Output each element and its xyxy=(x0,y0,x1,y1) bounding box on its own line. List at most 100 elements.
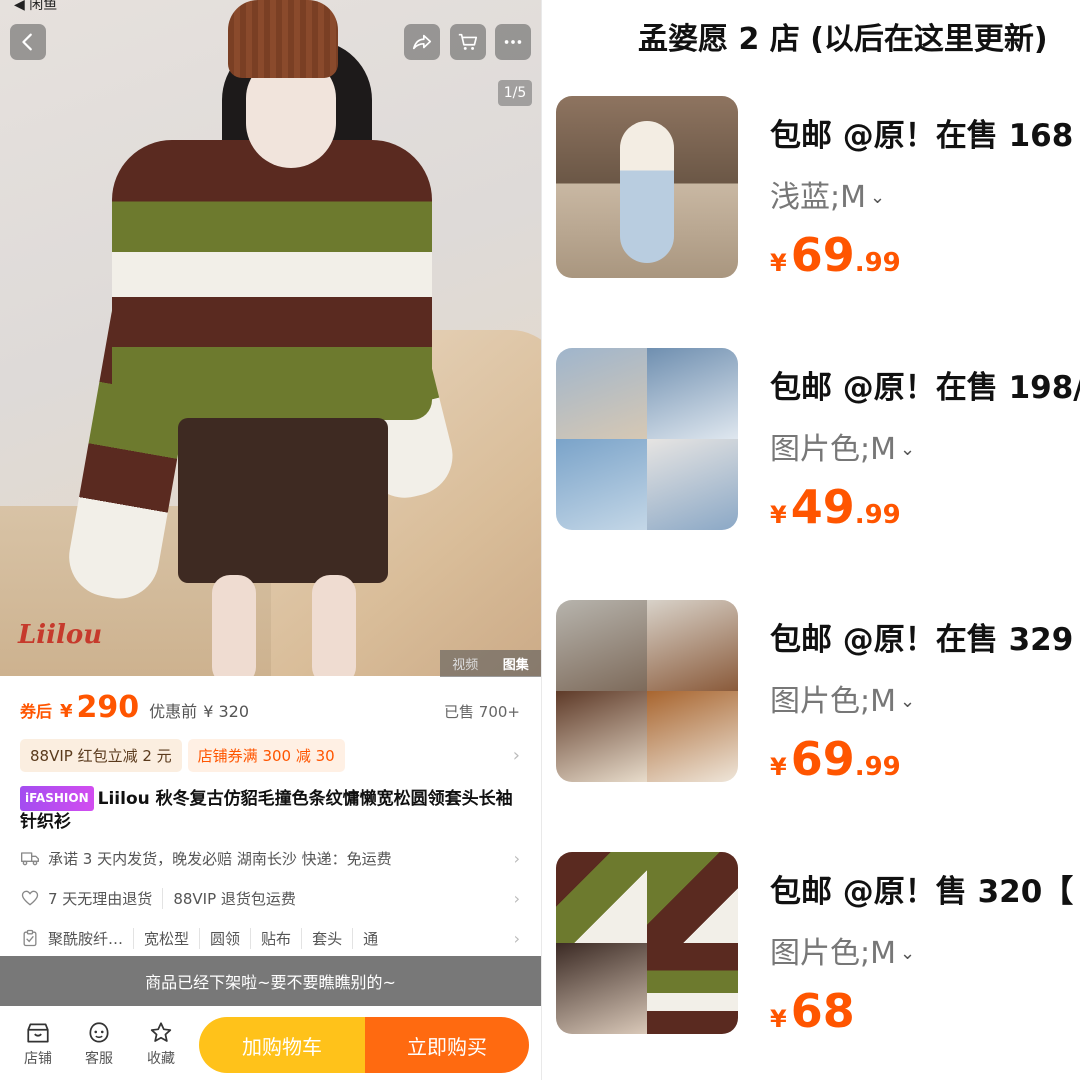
tab-video[interactable]: 视频 xyxy=(452,654,478,673)
chevron-right-icon: › xyxy=(513,888,520,908)
product-title-text: Liilou 秋冬复古仿貂毛撞色条纹慵懒宽松圆领套头长袖针织衫 xyxy=(20,789,513,832)
item-thumbnail[interactable] xyxy=(556,600,738,782)
after-coupon-label: 券后 xyxy=(20,702,53,721)
service-label: 客服 xyxy=(85,1051,113,1067)
item-title: 包邮 @原！售 320【 xyxy=(770,874,1080,910)
item-thumbnail[interactable] xyxy=(556,852,738,1034)
service-icon xyxy=(89,1022,109,1043)
sweater-body xyxy=(112,140,432,420)
heart-icon xyxy=(21,890,39,906)
price-decimal: .99 xyxy=(854,500,901,530)
store-icon xyxy=(27,1023,49,1043)
return-policy-7day: 7 天无理由退货 xyxy=(48,887,164,909)
store-button[interactable]: 店铺 xyxy=(18,1020,58,1068)
after-coupon-price: 290 xyxy=(76,690,140,725)
cart-icon xyxy=(458,33,478,50)
favorite-button[interactable]: 收藏 xyxy=(141,1020,181,1068)
before-discount-price: ¥ 320 xyxy=(203,702,249,721)
shop-coupon-tag[interactable]: 店铺券满 300 减 30 xyxy=(187,738,345,772)
store-label: 店铺 xyxy=(24,1051,52,1067)
chevron-right-icon: › xyxy=(512,744,520,766)
status-bar-app-return[interactable]: ◀ 闲鱼 xyxy=(14,0,57,14)
chevron-down-icon: ⌄ xyxy=(900,691,916,712)
promotion-tags[interactable]: 88VIP 红包立减 2 元 店铺券满 300 减 30 › xyxy=(20,738,520,772)
spec-collar: 圆领 xyxy=(210,927,252,949)
spec-style: 套头 xyxy=(312,927,354,949)
item-sku[interactable]: 图片色;M ⌄ xyxy=(770,928,915,972)
store-title: 孟婆愿 2 店 (以后在这里更新) xyxy=(638,22,1048,57)
spec-fit: 宽松型 xyxy=(144,927,201,949)
truck-icon xyxy=(21,852,39,866)
add-to-cart-button[interactable]: 加购物车 xyxy=(199,1017,365,1073)
clipboard-icon xyxy=(23,929,37,947)
price-currency: ¥ xyxy=(770,753,787,781)
shipping-text: 承诺 3 天内发货，晚发必赔 湖南长沙 快递：免运费 xyxy=(48,849,392,868)
price-decimal: .99 xyxy=(854,752,901,782)
offline-notice[interactable]: 商品已经下架啦~要不要瞧瞧别的~ xyxy=(0,956,541,1006)
back-button[interactable] xyxy=(10,24,46,60)
price-integer: 69 xyxy=(790,732,855,786)
currency-symbol: ¥ xyxy=(60,701,73,722)
model-beanie xyxy=(228,0,338,78)
sold-count: 已售 700+ xyxy=(444,703,520,721)
model-leg-left xyxy=(212,575,256,676)
item-sku[interactable]: 图片色;M ⌄ xyxy=(770,676,915,720)
item-sku-text: 浅蓝;M xyxy=(770,180,866,215)
price-integer: 68 xyxy=(790,984,855,1038)
list-item[interactable]: 包邮 @原！在售 198/ 图片色;M ⌄ ¥49.99 xyxy=(556,348,1080,534)
media-tabs: 视频 图集 xyxy=(440,650,541,677)
price-currency: ¥ xyxy=(770,249,787,277)
item-sku-text: 图片色;M xyxy=(770,936,896,971)
list-item[interactable]: 包邮 @原！售 320【 图片色;M ⌄ ¥68 xyxy=(556,852,1080,1038)
brand-logo: Liilou xyxy=(18,620,103,650)
price-currency: ¥ xyxy=(770,501,787,529)
service-button[interactable]: 客服 xyxy=(79,1020,119,1068)
item-title: 包邮 @原！在售 329 xyxy=(770,622,1074,658)
share-icon xyxy=(412,34,432,50)
spec-material: 聚酰胺纤… xyxy=(48,927,135,949)
more-button[interactable] xyxy=(495,24,531,60)
more-icon xyxy=(504,40,522,44)
product-image-gallery[interactable]: Liilou xyxy=(0,0,541,676)
favorite-label: 收藏 xyxy=(147,1051,175,1067)
item-price: ¥69.99 xyxy=(770,732,901,786)
price-currency: ¥ xyxy=(770,1005,787,1033)
return-policy-vip: 88VIP 退货包运费 xyxy=(173,889,296,908)
buy-now-button[interactable]: 立即购买 xyxy=(365,1017,529,1073)
item-sku[interactable]: 浅蓝;M ⌄ xyxy=(770,172,885,216)
chevron-left-icon xyxy=(22,33,32,51)
price-decimal: .99 xyxy=(854,248,901,278)
ifashion-badge: iFASHION xyxy=(20,786,94,811)
chevron-right-icon: › xyxy=(513,928,520,948)
star-icon xyxy=(150,1022,172,1042)
model-shorts xyxy=(178,418,388,583)
tab-gallery[interactable]: 图集 xyxy=(503,654,529,673)
item-thumbnail[interactable] xyxy=(556,348,738,530)
specs-row[interactable]: 聚酰胺纤… 宽松型 圆领 贴布 套头 通 › xyxy=(20,926,520,950)
product-title: iFASHION Liilou 秋冬复古仿貂毛撞色条纹慵懒宽松圆领套头长袖针织衫 xyxy=(20,786,525,834)
price-row: 券后 ¥ 290 优惠前 ¥ 320 已售 700+ xyxy=(20,690,520,730)
item-sku[interactable]: 图片色;M ⌄ xyxy=(770,424,915,468)
price-integer: 69 xyxy=(790,228,855,282)
store-listing-panel: 孟婆愿 2 店 (以后在这里更新) 包邮 @原！在售 168 浅蓝;M ⌄ ¥69… xyxy=(542,0,1080,1080)
spec-more: 通 xyxy=(363,929,379,948)
item-sku-text: 图片色;M xyxy=(770,684,896,719)
list-item[interactable]: 包邮 @原！在售 329 图片色;M ⌄ ¥69.99 xyxy=(556,600,1080,786)
price-integer: 49 xyxy=(790,480,855,534)
list-item[interactable]: 包邮 @原！在售 168 浅蓝;M ⌄ ¥69.99 xyxy=(556,96,1080,282)
share-button[interactable] xyxy=(404,24,440,60)
before-discount-label: 优惠前 xyxy=(149,702,198,721)
item-price: ¥49.99 xyxy=(770,480,901,534)
chevron-down-icon: ⌄ xyxy=(870,187,886,208)
chevron-down-icon: ⌄ xyxy=(900,439,916,460)
shipping-row[interactable]: 承诺 3 天内发货，晚发必赔 湖南长沙 快递：免运费 › xyxy=(20,846,520,870)
model-leg-right xyxy=(312,575,356,676)
chevron-right-icon: › xyxy=(513,848,520,868)
returns-row[interactable]: 7 天无理由退货 88VIP 退货包运费 › xyxy=(20,886,520,910)
cart-button[interactable] xyxy=(450,24,486,60)
item-price: ¥68 xyxy=(770,984,855,1038)
item-thumbnail[interactable] xyxy=(556,96,738,278)
item-price: ¥69.99 xyxy=(770,228,901,282)
chevron-down-icon: ⌄ xyxy=(900,943,916,964)
vip-red-packet-tag[interactable]: 88VIP 红包立减 2 元 xyxy=(20,738,182,772)
